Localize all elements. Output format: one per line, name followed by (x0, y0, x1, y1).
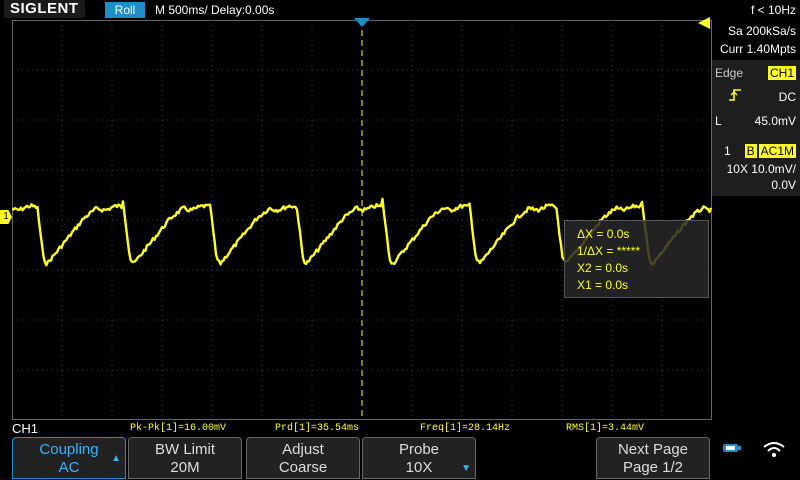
active-channel-label: CH1 (12, 421, 39, 436)
adjust-softkey-value: Coarse (278, 459, 328, 476)
bw-limit-softkey-title: BW Limit (155, 441, 215, 458)
channel1-panel[interactable]: 1 B AC1M 10X 10.0mV/ 0.0V (712, 142, 800, 196)
frequency-counter-readout: f < 10Hz (750, 3, 796, 17)
cursor-inverse-delta-x: 1/ΔX = ***** (577, 244, 641, 258)
adjust-softkey[interactable]: Adjust Coarse (246, 437, 360, 479)
cursor-x2: X2 = 0.0s (577, 261, 629, 275)
chevron-up-icon: ▲ (111, 453, 121, 464)
trigger-position-icon[interactable] (354, 18, 370, 28)
channel-offset-readout: 0.0V (771, 178, 796, 192)
measurement-pkpk: Pk-Pk[1]=16.00mV (130, 423, 227, 434)
measurement-frequency: Freq[1]=28.14Hz (420, 423, 511, 434)
trigger-panel[interactable]: Edge CH1 DC L 45.0mV (712, 60, 800, 148)
channel-coupling-badge: AC1M (758, 144, 796, 158)
next-page-softkey-value: Page 1/2 (622, 459, 684, 476)
probe-softkey-value: 10X (405, 459, 433, 476)
timebase-readout[interactable]: M 500ms/ Delay:0.00s (155, 2, 274, 18)
memory-depth-readout: Curr 1.40Mpts (719, 42, 796, 56)
right-info-panel: Sa 200kSa/s Curr 1.40Mpts Edge CH1 DC L … (712, 20, 800, 420)
bw-limit-softkey-value: 20M (170, 459, 200, 476)
coupling-softkey-value: AC (58, 459, 80, 476)
next-page-softkey-title: Next Page (617, 441, 689, 458)
measurement-period: Prd[1]=35.54ms (275, 423, 360, 434)
next-page-softkey[interactable]: Next Page Page 1/2 (596, 437, 710, 479)
wifi-icon (763, 442, 785, 457)
coupling-softkey-title: Coupling (39, 441, 99, 458)
usb-icon (723, 444, 741, 452)
chevron-down-icon: ▼ (461, 463, 471, 474)
measurement-rms: RMS[1]=3.44mV (566, 423, 645, 434)
probe-softkey[interactable]: Probe 10X ▼ (362, 437, 476, 479)
coupling-softkey[interactable]: Coupling AC ▲ (12, 437, 126, 479)
bw-limit-softkey[interactable]: BW Limit 20M (128, 437, 242, 479)
brand-logo: SIGLENT (4, 0, 85, 18)
acquisition-mode-badge[interactable]: Roll (105, 2, 145, 18)
adjust-softkey-title: Adjust (282, 441, 324, 458)
trigger-level-icon[interactable] (696, 17, 710, 29)
cursor-delta-x: ΔX = 0.0s (577, 227, 630, 241)
cursor-readout-panel: ΔX = 0.0s 1/ΔX = ***** X2 = 0.0s X1 = 0.… (564, 220, 709, 298)
bw-limit-badge: B (744, 144, 757, 158)
trigger-coupling-readout: DC (778, 90, 796, 104)
trigger-source-badge: CH1 (767, 66, 796, 80)
trigger-level-readout: 45.0mV (754, 114, 796, 128)
sample-rate-readout: Sa 200kSa/s (727, 24, 796, 38)
channel-bw-coupling-wrapper: B AC1M (712, 142, 800, 160)
ch1-offset-marker[interactable]: 1 (0, 210, 12, 224)
probe-softkey-title: Probe (398, 441, 440, 458)
trigger-source-wrapper: CH1 (712, 64, 800, 82)
cursor-x1: X1 = 0.0s (577, 278, 629, 292)
